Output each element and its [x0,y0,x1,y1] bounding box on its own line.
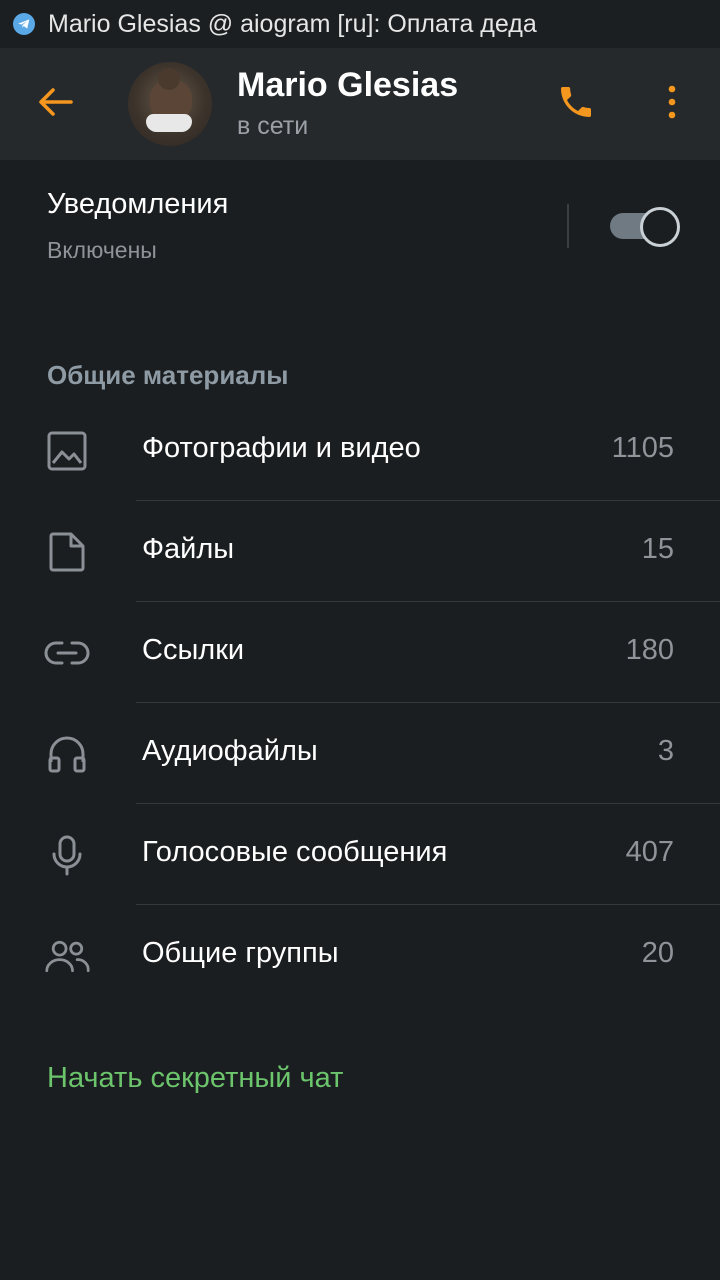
media-row-count: 1105 [611,432,674,464]
media-row-audio[interactable]: Аудиофайлы 3 [0,703,720,804]
more-options-button[interactable] [652,80,692,128]
media-row-count: 180 [625,634,674,666]
image-icon [44,428,90,474]
chat-profile-header: Mario Glesias в сети [0,48,720,160]
avatar[interactable] [128,62,212,146]
notifications-title: Уведомления [47,188,229,220]
status-bar-title: Mario Glesias @ aiogram [ru]: Оплата дед… [48,9,537,38]
media-row-label: Аудиофайлы [142,735,318,767]
telegram-icon [13,13,35,35]
notifications-state: Включены [47,237,157,263]
call-button[interactable] [552,80,600,128]
shared-media-list: Фотографии и видео 1105 Файлы 15 Ссылки … [0,400,720,1006]
media-row-count: 20 [641,937,674,969]
media-row-voice[interactable]: Голосовые сообщения 407 [0,804,720,905]
media-row-count: 15 [641,533,674,565]
contact-name: Mario Glesias [237,66,459,104]
link-icon [44,630,90,676]
media-row-files[interactable]: Файлы 15 [0,501,720,602]
headphones-icon [44,731,90,777]
media-row-label: Ссылки [142,634,245,666]
media-row-label: Файлы [142,533,235,565]
arrow-left-icon [37,87,73,122]
media-row-links[interactable]: Ссылки 180 [0,602,720,703]
microphone-icon [44,832,90,878]
media-row-count: 407 [625,836,674,868]
start-secret-chat-button[interactable]: Начать секретный чат [47,1062,343,1095]
media-row-label: Голосовые сообщения [142,836,448,868]
shared-media-header: Общие материалы [47,360,289,390]
media-row-groups[interactable]: Общие группы 20 [0,905,720,1006]
notifications-toggle[interactable] [610,206,680,247]
media-row-label: Фотографии и видео [142,432,421,464]
more-vertical-icon [666,84,678,125]
media-row-label: Общие группы [142,937,339,969]
phone-icon [556,82,596,127]
users-icon [44,933,90,979]
divider [567,204,569,248]
media-row-count: 3 [657,735,674,767]
file-icon [44,529,90,575]
notifications-row[interactable]: Уведомления Включены [0,160,720,290]
contact-status: в сети [237,112,309,140]
media-row-photos[interactable]: Фотографии и видео 1105 [0,400,720,501]
back-button[interactable] [30,82,80,126]
status-bar: Mario Glesias @ aiogram [ru]: Оплата дед… [0,0,720,48]
